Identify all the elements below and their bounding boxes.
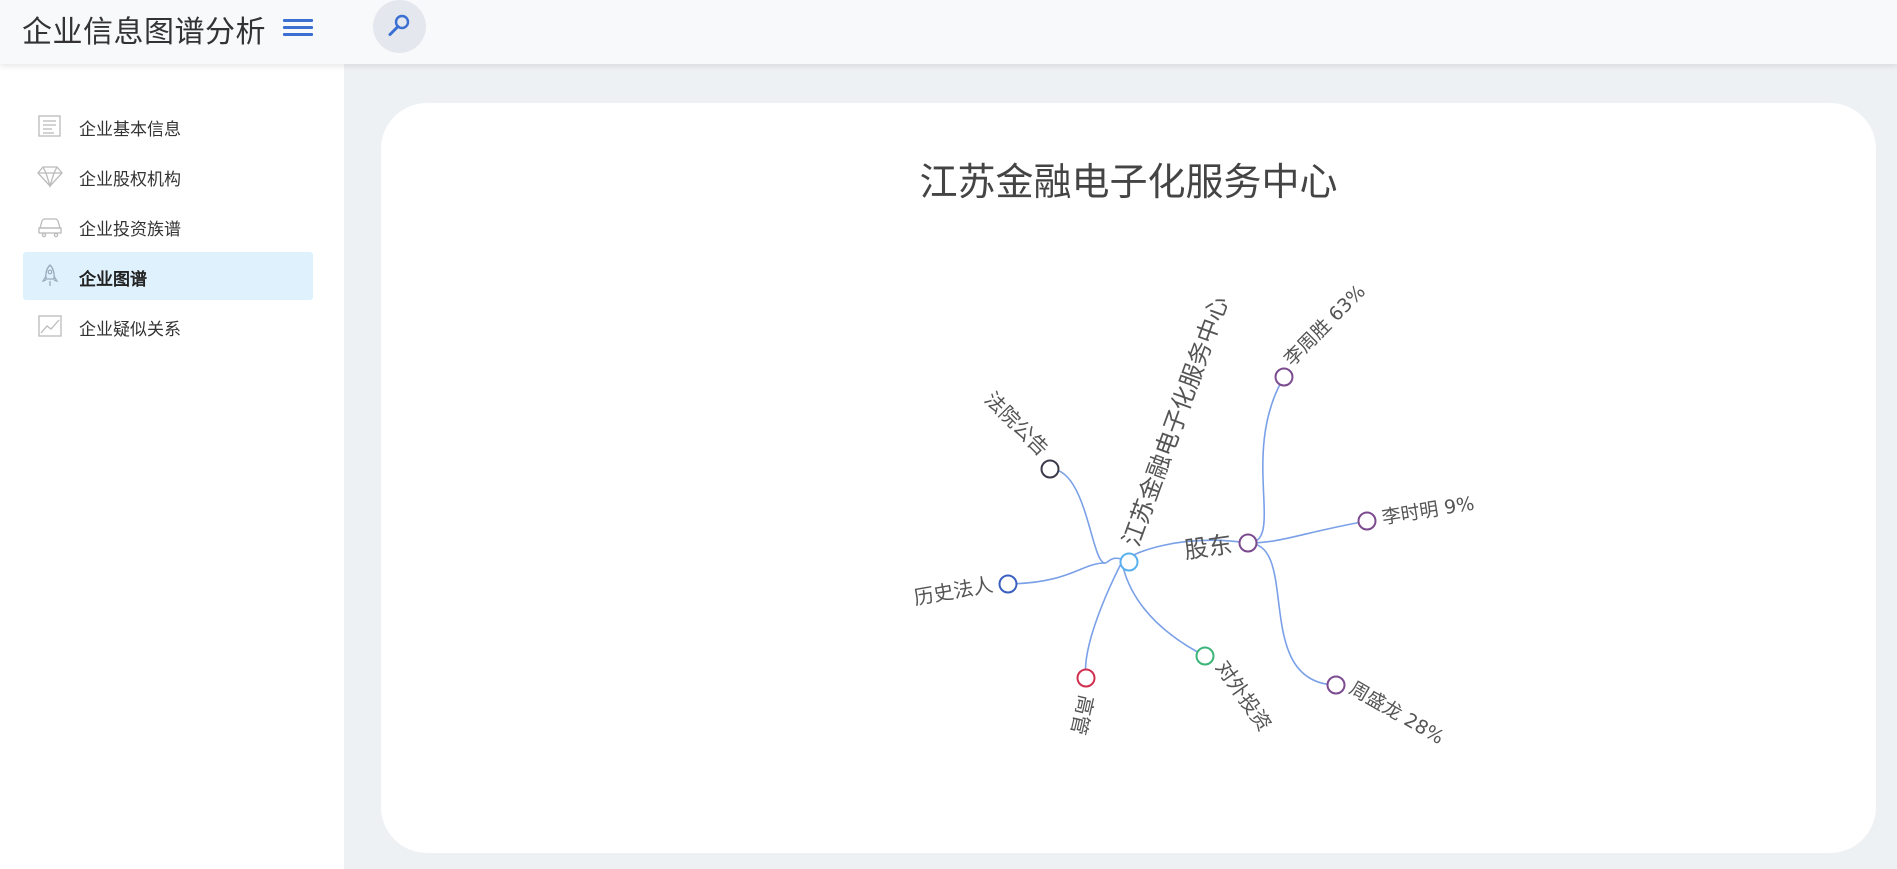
sidebar-item-investment-tree[interactable]: 企业投资族谱 — [23, 202, 313, 250]
node-center[interactable] — [1119, 552, 1139, 572]
label-center: 江苏金融电子化服务中心 — [1117, 292, 1234, 550]
graph-card: 江苏金融电子化服务中心 法院公告 历史法人 江苏金融电子化服务中心 高管 对外投… — [381, 103, 1876, 853]
node-investment[interactable] — [1195, 646, 1215, 666]
hamburger-menu-icon[interactable] — [280, 14, 316, 44]
node-shareholders[interactable] — [1238, 533, 1258, 553]
sidebar-item-label: 企业股权机构 — [79, 170, 181, 190]
search-icon — [388, 14, 410, 36]
diamond-icon — [37, 166, 63, 188]
node-legal-rep[interactable] — [998, 574, 1018, 594]
sidebar-item-label: 企业基本信息 — [79, 120, 181, 140]
link-court — [1049, 468, 1106, 564]
sidebar-item-label: 企业疑似关系 — [79, 320, 181, 340]
rocket-icon — [41, 264, 59, 286]
node-court[interactable] — [1040, 459, 1060, 479]
label-investment: 对外投资 — [1211, 656, 1277, 735]
sidebar-item-suspected-relations[interactable]: 企业疑似关系 — [23, 302, 313, 350]
label-legal-rep: 历史法人 — [912, 572, 995, 610]
sidebar-item-label: 企业图谱 — [79, 270, 147, 290]
label-shareholder-1: 李周胜 63% — [1280, 281, 1370, 371]
sidebar-item-label: 企业投资族谱 — [79, 220, 181, 240]
link-sh-1 — [1247, 376, 1285, 544]
document-icon — [38, 115, 61, 137]
link-sh-2 — [1247, 520, 1368, 544]
link-investment — [1121, 561, 1206, 657]
link-executives — [1084, 561, 1123, 679]
node-shareholder-1[interactable] — [1274, 367, 1294, 387]
search-button[interactable] — [373, 0, 426, 53]
top-header: 企业信息图谱分析 — [0, 0, 1897, 64]
sidebar-item-enterprise-graph[interactable]: 企业图谱 — [23, 252, 313, 300]
label-court: 法院公告 — [980, 387, 1054, 461]
label-executives: 高管 — [1066, 693, 1098, 737]
label-shareholder-2: 李时明 9% — [1380, 493, 1475, 529]
node-executives[interactable] — [1076, 668, 1096, 688]
sidebar: 企业基本信息 企业股权机构 企业投资族谱 企业图谱 企业疑似关系 — [0, 64, 344, 869]
node-shareholder-3[interactable] — [1326, 675, 1346, 695]
link-sh-3 — [1247, 542, 1337, 686]
sidebar-item-equity-structure[interactable]: 企业股权机构 — [23, 152, 313, 200]
enterprise-graph: 法院公告 历史法人 江苏金融电子化服务中心 高管 对外投资 股东 李周胜 63%… — [912, 281, 1476, 749]
app-title: 企业信息图谱分析 — [22, 15, 266, 50]
node-shareholder-2[interactable] — [1357, 511, 1377, 531]
sidebar-item-basic-info[interactable]: 企业基本信息 — [23, 102, 313, 150]
link-legal-rep — [1007, 562, 1106, 585]
car-icon — [38, 218, 62, 238]
label-shareholder-3: 周盛龙 28% — [1346, 677, 1448, 749]
line-chart-icon — [38, 315, 62, 337]
label-shareholders: 股东 — [1182, 530, 1233, 564]
